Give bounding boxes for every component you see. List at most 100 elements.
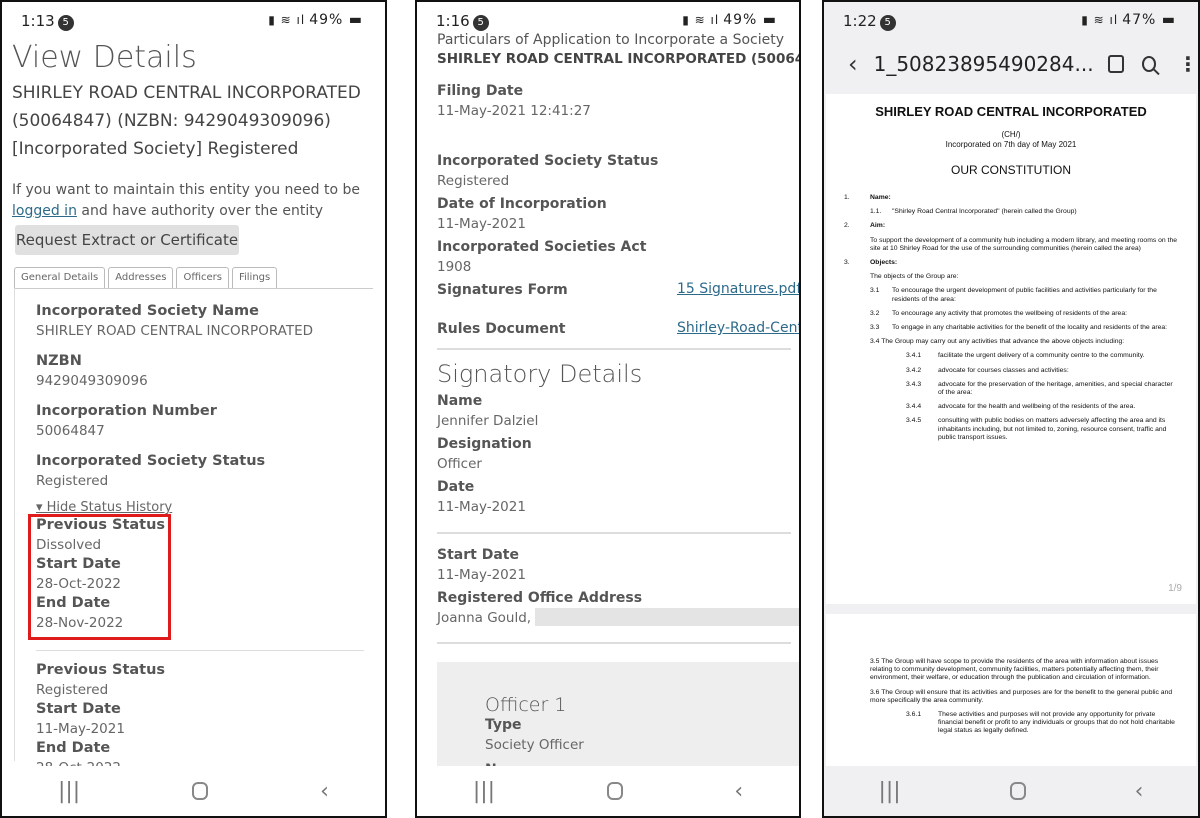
page-title: View Details (12, 40, 197, 75)
officer-card: Officer 1 Type Society Officer Name (437, 662, 799, 778)
status-icons: ▮ ≋ ıl 47% ▬ (1081, 12, 1176, 28)
field-label: NZBN (36, 353, 82, 369)
constitution-heading: OUR CONSTITUTION (951, 163, 1071, 177)
tab-filings[interactable]: Filings (231, 267, 278, 289)
filing-date-value: 11-May-2021 12:41:27 (437, 103, 591, 119)
signal-wifi-icon: ▮ ≋ ıl (682, 13, 720, 27)
highlight-box (28, 514, 171, 640)
type-label: Type (485, 717, 522, 733)
type-value: Society Officer (485, 737, 584, 753)
page-number: 1/9 (1168, 583, 1182, 594)
battery-level: 47% (1122, 12, 1157, 28)
previous-status-label: Previous Status (36, 662, 166, 678)
phone-screen-pdf-viewer: 1:22 5 ▮ ≋ ıl 47% ▬ ‹ 1_50823895490284... … (822, 0, 1200, 818)
societies-act-label: Incorporated Societies Act (437, 239, 647, 255)
back-arrow-icon[interactable]: ‹ (848, 50, 858, 78)
tab-general-details[interactable]: General Details (14, 267, 106, 289)
designation-value: Officer (437, 456, 482, 472)
name-label: Name (437, 393, 483, 409)
entity-type-status: [Incorporated Society] Registered (12, 139, 299, 159)
rules-document-link[interactable]: Shirley-Road-Centra (677, 320, 799, 336)
pdf-page: SHIRLEY ROAD CENTRAL INCORPORATED (CH/) … (826, 94, 1196, 604)
section-divider (437, 642, 791, 644)
section-divider (437, 348, 791, 350)
start-date-label: Start Date (36, 701, 121, 717)
logged-in-link[interactable]: logged in (12, 203, 77, 219)
field-label: Incorporated Society Name (36, 303, 259, 319)
signal-wifi-icon: ▮ ≋ ıl (1081, 13, 1119, 27)
status-time: 1:13 5 (21, 12, 74, 31)
notification-count-badge: 5 (472, 15, 489, 31)
status-time: 1:22 5 (843, 12, 896, 31)
name-value: Jennifer Dalziel (437, 413, 539, 429)
tab-divider (14, 288, 373, 289)
signatures-form-row: Signatures Form 15 Signatures.pdf 11 (437, 281, 799, 303)
android-nav-bar: ||| ‹ (417, 766, 799, 816)
start-date-value: 11-May-2021 (36, 721, 125, 737)
end-date-label: End Date (36, 740, 111, 756)
start-date-label: Start Date (437, 547, 519, 563)
back-icon[interactable]: ‹ (320, 779, 329, 804)
field-value: Registered (36, 473, 109, 489)
constitution-text: 1. Name: 1.1. "Shirley Road Central Incorp… (844, 194, 1178, 441)
date-of-incorporation-value: 11-May-2021 (437, 216, 526, 232)
phone-screen-application-particulars: 1:16 5 ▮ ≋ ıl 49% ▬ Particulars of Applica… (415, 0, 801, 818)
status-bar: 1:13 5 ▮ ≋ ıl 49% ▬ (2, 2, 385, 36)
previous-status-value: Registered (36, 682, 109, 698)
phone-screen-view-details: 1:13 5 ▮ ≋ ıl 49% ▬ View Details SHIRLEY R… (0, 0, 387, 818)
date-value: 11-May-2021 (437, 499, 526, 515)
status-bar: 1:22 5 ▮ ≋ ıl 47% ▬ (824, 2, 1198, 36)
status-block: Incorporated Society Status Registered D… (437, 152, 799, 277)
entity-numbers: (50064847) (NZBN: 9429049309096) (12, 111, 331, 131)
designation-label: Designation (437, 436, 532, 452)
recent-apps-icon[interactable]: ||| (878, 779, 900, 804)
request-extract-button[interactable]: Request Extract or Certificate (15, 225, 239, 255)
date-of-incorporation-label: Date of Incorporation (437, 196, 607, 212)
signal-wifi-icon: ▮ ≋ ıl (268, 13, 306, 27)
signatures-form-link[interactable]: 15 Signatures.pdf (677, 281, 799, 297)
field-value: SHIRLEY ROAD CENTRAL INCORPORATED (36, 323, 314, 339)
status-time: 1:16 5 (436, 12, 489, 31)
document-title: SHIRLEY ROAD CENTRAL INCORPORATED (875, 104, 1147, 119)
home-icon[interactable] (1009, 782, 1026, 800)
signatory-block: Name Jennifer Dalziel Designation Office… (437, 392, 799, 517)
signatory-details-heading: Signatory Details (437, 360, 643, 388)
status-label: Incorporated Society Status (437, 153, 659, 169)
field-label: Incorporated Society Status (36, 453, 266, 469)
status-history-entry: Previous Status Registered Start Date 11… (36, 661, 165, 778)
more-options-icon[interactable]: ⋮ (1178, 52, 1198, 76)
registered-office-value: Joanna Gould, (437, 608, 799, 628)
signatures-form-label: Signatures Form (437, 282, 568, 298)
redacted-address (535, 608, 799, 626)
edit-icon[interactable] (1107, 55, 1124, 73)
search-icon[interactable] (1141, 56, 1156, 72)
recent-apps-icon[interactable]: ||| (58, 779, 80, 804)
filing-date-label: Filing Date (437, 83, 524, 99)
battery-level: 49% (723, 12, 758, 28)
section-divider (437, 532, 791, 534)
entity-summary: SHIRLEY ROAD CENTRAL INCORPORATED (50064… (12, 79, 382, 163)
field-value: 9429049309096 (36, 373, 148, 389)
rules-document-label: Rules Document (437, 321, 566, 337)
status-icons: ▮ ≋ ıl 49% ▬ (682, 12, 777, 28)
tab-addresses[interactable]: Addresses (108, 267, 174, 289)
home-icon[interactable] (606, 782, 623, 800)
entity-heading: SHIRLEY ROAD CENTRAL INCORPORATED (50064… (437, 51, 799, 67)
document-title: Particulars of Application to Incorporat… (437, 32, 785, 48)
entity-name: SHIRLEY ROAD CENTRAL INCORPORATED (12, 83, 361, 103)
recent-apps-icon[interactable]: ||| (473, 779, 495, 804)
home-icon[interactable] (192, 782, 209, 800)
field-label: Incorporation Number (36, 403, 217, 419)
battery-level: 49% (309, 12, 344, 28)
panel-border (14, 288, 15, 761)
back-icon[interactable]: ‹ (734, 779, 743, 804)
societies-act-value: 1908 (437, 259, 472, 275)
document-subtitle: (CH/) Incorporated on 7th day of May 202… (945, 130, 1077, 149)
status-value: Registered (437, 173, 510, 189)
field-value: 50064847 (36, 423, 105, 439)
application-header: Particulars of Application to Incorporat… (437, 30, 799, 121)
tab-officers[interactable]: Officers (176, 267, 229, 289)
back-icon[interactable]: ‹ (1135, 779, 1144, 804)
start-date-value: 11-May-2021 (437, 567, 526, 583)
registered-office-label: Registered Office Address (437, 590, 643, 606)
